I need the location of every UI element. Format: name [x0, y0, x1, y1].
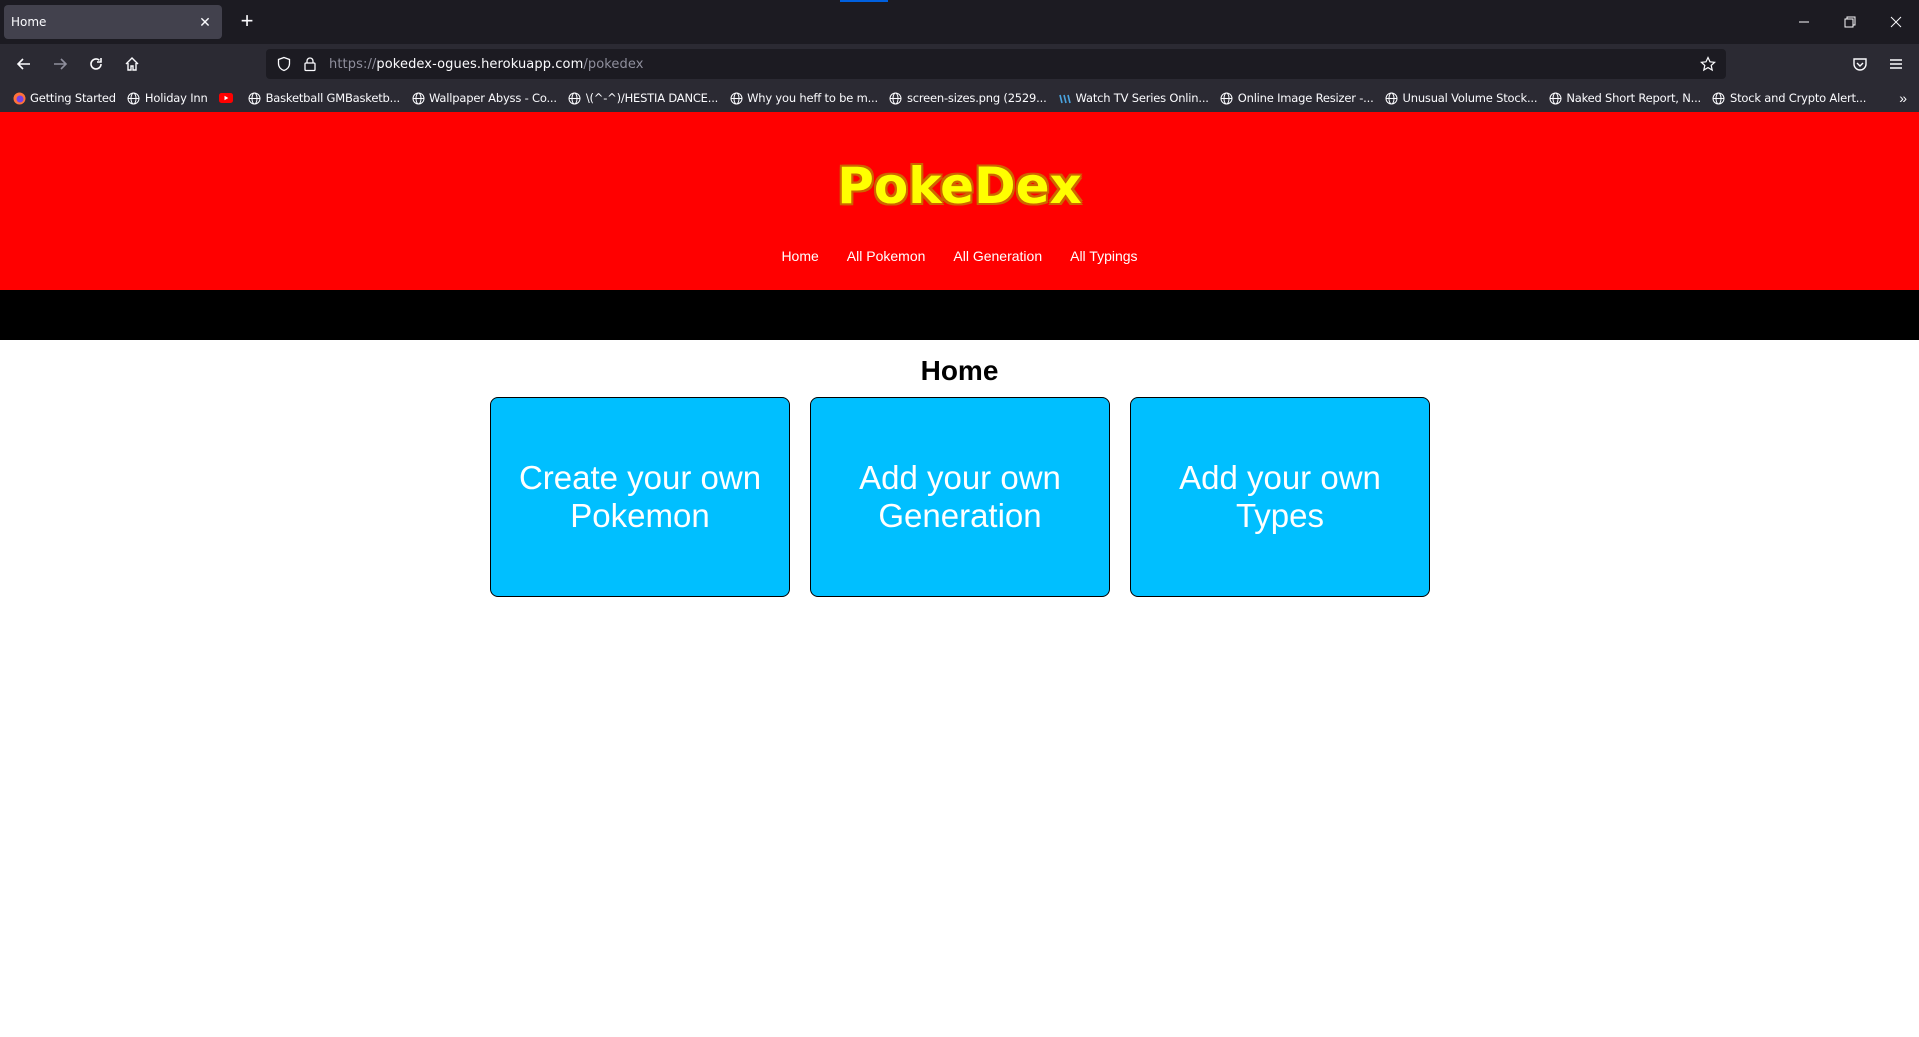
- hamburger-menu-icon: [1890, 59, 1902, 69]
- bookmark-label: Watch TV Series Onlin...: [1075, 91, 1209, 105]
- action-cards: Create your own Pokemon Add your own Gen…: [490, 397, 1430, 597]
- restore-button[interactable]: [1827, 0, 1873, 44]
- shield-icon[interactable]: [276, 56, 292, 72]
- forward-button[interactable]: [46, 50, 74, 78]
- pocket-icon: [1853, 58, 1867, 71]
- globe-icon: [411, 91, 425, 105]
- url-host: pokedex-ogues.herokuapp.com: [376, 57, 584, 72]
- url-scheme: https://: [329, 57, 377, 72]
- globe-icon: [1548, 91, 1562, 105]
- bookmark-item[interactable]: Why you heff to be m...: [729, 91, 878, 105]
- bookmark-item[interactable]: Holiday Inn: [127, 91, 208, 105]
- bookmark-star-icon[interactable]: [1700, 56, 1716, 72]
- site-logo[interactable]: PokeDex: [0, 157, 1919, 215]
- address-bar[interactable]: https://pokedex-ogues.herokuapp.com/poke…: [266, 49, 1726, 79]
- bookmark-label: Unusual Volume Stock...: [1402, 91, 1538, 105]
- forward-arrow-icon: [54, 58, 68, 70]
- bookmark-label: Stock and Crypto Alert...: [1729, 91, 1867, 105]
- app-menu-button[interactable]: [1882, 50, 1910, 78]
- globe-icon: [889, 91, 903, 105]
- bookmark-label: Online Image Resizer -...: [1237, 91, 1374, 105]
- home-button[interactable]: [118, 50, 146, 78]
- nav-link-all-generation[interactable]: All Generation: [953, 248, 1042, 264]
- bookmark-item[interactable]: Basketball GMBasketb...: [248, 91, 400, 105]
- tab-close-icon[interactable]: ✕: [196, 14, 214, 31]
- window-controls: [1781, 0, 1919, 44]
- tab-title: Home: [11, 15, 47, 29]
- bookmark-item[interactable]: Watch TV Series Onlin...: [1058, 91, 1209, 105]
- new-tab-button[interactable]: +: [234, 9, 260, 35]
- page-title: Home: [920, 355, 999, 386]
- globe-icon: [1385, 91, 1399, 105]
- bookmark-label: Why you heff to be m...: [747, 91, 878, 105]
- bookmark-item[interactable]: [218, 91, 237, 105]
- bookmark-label: Holiday Inn: [144, 91, 208, 105]
- reload-icon: [90, 58, 102, 70]
- minimize-button[interactable]: [1781, 0, 1827, 44]
- bookmark-label: Wallpaper Abyss - Co...: [429, 91, 557, 105]
- site-nav: Home All Pokemon All Generation All Typi…: [0, 248, 1919, 264]
- tv-icon: [1058, 91, 1072, 105]
- globe-icon: [729, 91, 743, 105]
- bookmark-label: \(^-^)/HESTIA DANCE...: [585, 91, 719, 105]
- navigation-toolbar: https://pokedex-ogues.herokuapp.com/poke…: [0, 44, 1919, 84]
- add-generation-card[interactable]: Add your own Generation: [810, 397, 1110, 597]
- bookmarks-toolbar: Getting Started Holiday Inn Basketball G…: [0, 84, 1919, 112]
- globe-icon: [248, 91, 262, 105]
- globe-icon: [1220, 91, 1234, 105]
- tab-bar: Home ✕ +: [0, 0, 1919, 44]
- url-path: /pokedex: [583, 57, 644, 72]
- home-icon: [125, 57, 139, 71]
- bookmarks-overflow-chevron-icon[interactable]: »: [1899, 90, 1907, 106]
- nav-link-all-pokemon[interactable]: All Pokemon: [847, 248, 926, 264]
- bookmark-item[interactable]: \(^-^)/HESTIA DANCE...: [568, 91, 718, 105]
- pocket-button[interactable]: [1846, 50, 1874, 78]
- bookmark-label: Getting Started: [30, 91, 116, 105]
- back-button[interactable]: [10, 50, 38, 78]
- bookmark-item[interactable]: Online Image Resizer -...: [1220, 91, 1374, 105]
- bookmark-item[interactable]: Naked Short Report, N...: [1548, 91, 1701, 105]
- active-tab[interactable]: Home ✕: [4, 5, 222, 39]
- site-header: PokeDex Home All Pokemon All Generation …: [0, 112, 1919, 290]
- nav-link-all-typings[interactable]: All Typings: [1070, 248, 1137, 264]
- header-divider-band: [0, 290, 1919, 340]
- bookmark-item[interactable]: Wallpaper Abyss - Co...: [411, 91, 557, 105]
- create-pokemon-card[interactable]: Create your own Pokemon: [490, 397, 790, 597]
- back-arrow-icon: [16, 58, 30, 70]
- tab-strip-indicator: [840, 0, 888, 2]
- bookmark-label: screen-sizes.png (2529...: [906, 91, 1047, 105]
- bookmark-item[interactable]: Unusual Volume Stock...: [1385, 91, 1538, 105]
- minimize-icon: [1799, 21, 1809, 23]
- close-icon: [1890, 16, 1902, 28]
- bookmark-label: Basketball GMBasketb...: [265, 91, 401, 105]
- bookmark-label: Naked Short Report, N...: [1566, 91, 1701, 105]
- nav-link-home[interactable]: Home: [781, 248, 818, 264]
- globe-icon: [1712, 91, 1726, 105]
- close-window-button[interactable]: [1873, 0, 1919, 44]
- add-types-card[interactable]: Add your own Types: [1130, 397, 1430, 597]
- lock-icon[interactable]: [302, 56, 318, 72]
- globe-icon: [568, 91, 582, 105]
- reload-button[interactable]: [82, 50, 110, 78]
- restore-icon: [1844, 16, 1856, 28]
- bookmark-item[interactable]: Getting Started: [12, 91, 116, 105]
- firefox-icon: [12, 91, 26, 105]
- bookmark-item[interactable]: Stock and Crypto Alert...: [1712, 91, 1866, 105]
- youtube-icon: [218, 91, 233, 105]
- globe-icon: [127, 91, 141, 105]
- url-text: https://pokedex-ogues.herokuapp.com/poke…: [329, 57, 644, 72]
- bookmark-item[interactable]: screen-sizes.png (2529...: [889, 91, 1047, 105]
